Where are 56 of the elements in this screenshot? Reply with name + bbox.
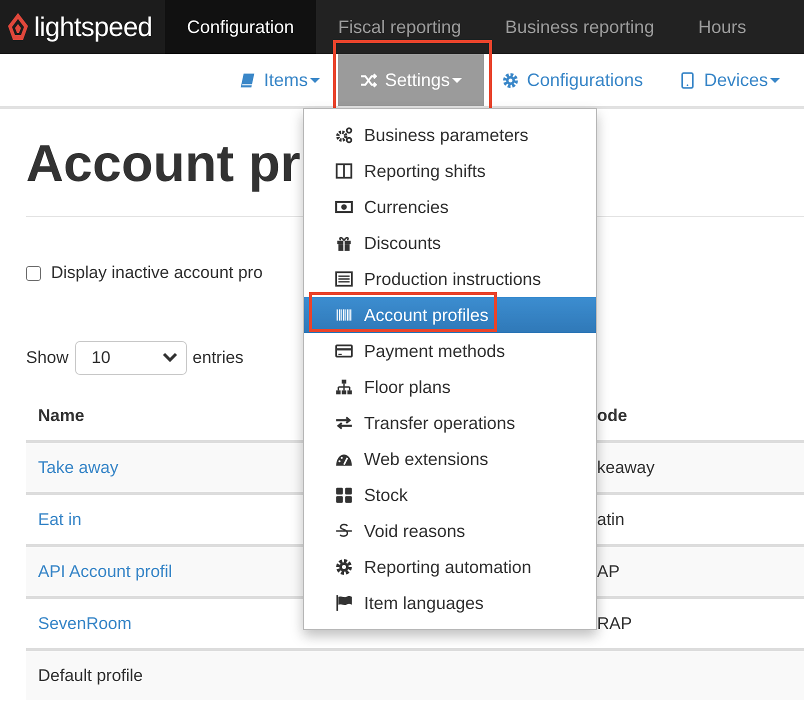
- show-label: Show: [26, 348, 69, 368]
- menu-item[interactable]: Account profiles: [304, 297, 596, 333]
- grid-icon: [334, 486, 354, 504]
- credit-card-icon: [334, 342, 354, 360]
- entries-label: entries: [192, 348, 244, 368]
- strikethrough-icon: [334, 522, 354, 540]
- tablet-icon: [678, 72, 696, 88]
- settings-icon: [334, 558, 354, 576]
- checkbox-label: Display inactive account pro: [51, 263, 263, 283]
- chevron-down-icon: [162, 352, 178, 364]
- menu-item[interactable]: Item languages: [304, 585, 596, 621]
- list-icon: [334, 270, 354, 288]
- menu-item[interactable]: Void reasons: [304, 513, 596, 549]
- table-cell: keaway: [597, 458, 655, 478]
- sub-nav-item[interactable]: Configurations: [484, 54, 661, 106]
- profile-link[interactable]: Eat in: [38, 510, 82, 530]
- book-icon: [238, 72, 256, 88]
- flame-logo-icon: [6, 12, 30, 42]
- top-nav-tab[interactable]: Business reporting: [483, 0, 676, 54]
- top-nav-tab[interactable]: Fiscal reporting: [316, 0, 484, 54]
- menu-item[interactable]: Floor plans: [304, 369, 596, 405]
- column-header: ode: [597, 406, 628, 426]
- profile-link[interactable]: SevenRoom: [38, 614, 132, 634]
- table-cell: Default profile: [38, 666, 143, 686]
- banknote-icon: [334, 198, 354, 216]
- menu-item[interactable]: Currencies: [304, 189, 596, 225]
- profile-link[interactable]: API Account profil: [38, 562, 172, 582]
- menu-item[interactable]: Reporting shifts: [304, 153, 596, 189]
- table-cell: RAP: [597, 614, 632, 634]
- menu-item[interactable]: Discounts: [304, 225, 596, 261]
- gears-icon: [334, 126, 354, 144]
- shuffle-icon: [360, 72, 377, 88]
- menu-item[interactable]: Stock: [304, 477, 596, 513]
- menu-item[interactable]: Production instructions: [304, 261, 596, 297]
- columns-icon: [334, 162, 354, 180]
- menu-item[interactable]: Web extensions: [304, 441, 596, 477]
- top-nav-tab[interactable]: Configuration: [165, 0, 316, 54]
- sub-nav-item[interactable]: Devices: [660, 54, 798, 106]
- settings-icon: [502, 72, 519, 88]
- sitemap-icon: [334, 378, 354, 396]
- top-nav-tab[interactable]: Hours: [676, 0, 768, 54]
- menu-item[interactable]: Reporting automation: [304, 549, 596, 585]
- page-title: Account pr: [26, 134, 300, 194]
- brand-name: lightspeed: [34, 12, 152, 42]
- sub-nav-item[interactable]: Items: [220, 54, 338, 106]
- table-cell: atin: [597, 510, 624, 530]
- entries-select[interactable]: 10: [74, 341, 187, 375]
- menu-item[interactable]: Business parameters: [304, 117, 596, 153]
- profile-link[interactable]: Take away: [38, 458, 118, 478]
- menu-item[interactable]: Transfer operations: [304, 405, 596, 441]
- checkbox[interactable]: [26, 266, 41, 280]
- table-cell: AP: [597, 562, 620, 582]
- menu-item[interactable]: Payment methods: [304, 333, 596, 369]
- flag-icon: [334, 594, 354, 612]
- exchange-icon: [334, 414, 354, 432]
- column-header: Name: [38, 406, 84, 426]
